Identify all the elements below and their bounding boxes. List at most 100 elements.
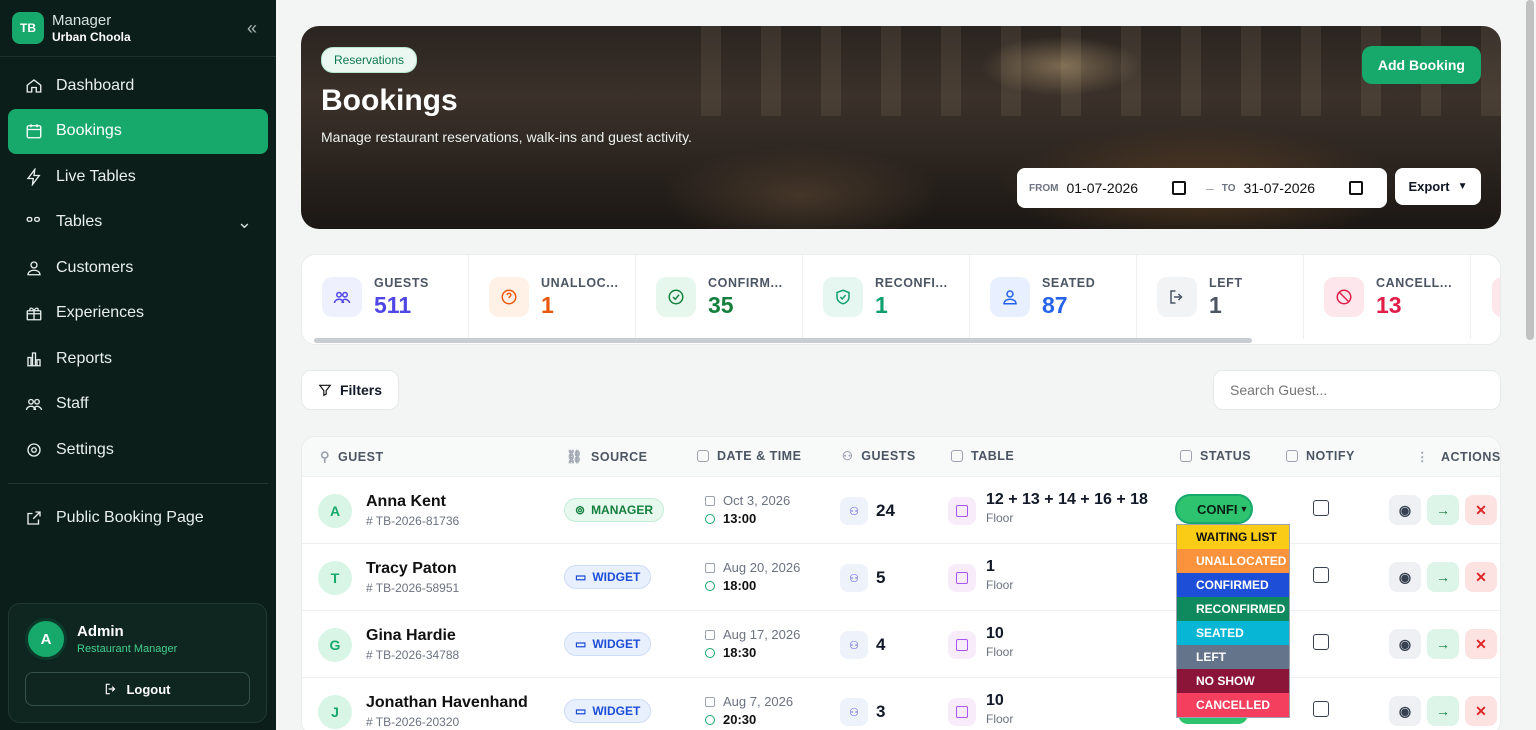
sidebar-item-reports[interactable]: Reports: [8, 336, 268, 382]
view-button[interactable]: ◉: [1389, 495, 1421, 525]
view-button[interactable]: ◉: [1389, 629, 1421, 659]
guest-name[interactable]: Jonathan Havenhand: [366, 694, 528, 712]
question-icon: [489, 277, 529, 317]
guest-avatar: J: [318, 695, 352, 729]
users-icon: [24, 394, 44, 414]
stat-guests[interactable]: GUESTS 511: [302, 255, 469, 339]
clock-icon: [705, 648, 715, 658]
column-guests[interactable]: ⚇ GUESTS: [842, 449, 916, 463]
status-option-no-show[interactable]: NO SHOW: [1177, 669, 1289, 693]
stat-left[interactable]: LEFT 1: [1137, 255, 1304, 339]
table-assignment[interactable]: 10 Floor: [948, 692, 1013, 726]
export-button[interactable]: Export ▼: [1395, 168, 1481, 205]
column-guest[interactable]: ⚲ GUEST: [320, 449, 384, 465]
search-input[interactable]: [1213, 370, 1501, 410]
page-title: Bookings: [321, 84, 458, 117]
delete-button[interactable]: ✕: [1465, 696, 1497, 726]
table-assignment[interactable]: 12 + 13 + 14 + 16 + 18 Floor: [948, 491, 1148, 525]
horizontal-scrollbar[interactable]: [314, 338, 1252, 343]
sidebar-item-dashboard[interactable]: Dashboard: [8, 63, 268, 109]
notify-checkbox[interactable]: [1313, 701, 1329, 717]
page-scrollbar[interactable]: [1526, 0, 1534, 340]
from-date-input[interactable]: 01-07-2026: [1066, 180, 1164, 196]
open-button[interactable]: →: [1427, 495, 1459, 525]
stat-unallocated[interactable]: UNALLOC... 1: [469, 255, 636, 339]
stat-value: 1: [1209, 291, 1222, 318]
stat-label: SEATED: [1042, 275, 1096, 290]
notify-checkbox[interactable]: [1313, 634, 1329, 650]
column-notify[interactable]: NOTIFY: [1286, 449, 1355, 463]
notify-checkbox[interactable]: [1313, 500, 1329, 516]
filters-button[interactable]: Filters: [301, 370, 399, 410]
status-select[interactable]: CONFI ▼: [1175, 494, 1253, 524]
users-icon: [322, 277, 362, 317]
sidebar-item-customers[interactable]: Customers: [8, 245, 268, 291]
view-button[interactable]: ◉: [1389, 562, 1421, 592]
sidebar-item-staff[interactable]: Staff: [8, 382, 268, 428]
open-button[interactable]: →: [1427, 562, 1459, 592]
column-actions[interactable]: ⋮ ACTIONS: [1416, 449, 1500, 465]
delete-button[interactable]: ✕: [1465, 629, 1497, 659]
booking-ref: # TB-2026-34788: [366, 648, 460, 662]
open-button[interactable]: →: [1427, 629, 1459, 659]
guest-name[interactable]: Gina Hardie: [366, 627, 456, 645]
logout-button[interactable]: Logout: [25, 672, 250, 706]
table-assignment[interactable]: 1 Floor: [948, 558, 1013, 592]
guest-name[interactable]: Tracy Paton: [366, 560, 457, 578]
stat-confirmed[interactable]: CONFIRM... 35: [636, 255, 803, 339]
stat-value: 1: [875, 291, 888, 318]
stat-value: 87: [1042, 291, 1068, 318]
sidebar-item-public-booking-page[interactable]: Public Booking Page: [8, 496, 268, 542]
status-option-reconfirmed[interactable]: RECONFIRMED: [1177, 597, 1289, 621]
add-booking-button[interactable]: Add Booking: [1361, 46, 1481, 84]
stat-reconfirmed[interactable]: RECONFI... 1: [803, 255, 970, 339]
table-row[interactable]: G Gina Hardie # TB-2026-34788 ▭ WIDGET Au…: [302, 611, 1500, 678]
sidebar-item-settings[interactable]: Settings: [8, 427, 268, 473]
stat-value: 35: [708, 291, 734, 318]
open-button[interactable]: →: [1427, 696, 1459, 726]
profile-card: A Admin Restaurant Manager Logout: [8, 603, 267, 723]
chevron-down-icon[interactable]: ⌄: [237, 212, 252, 233]
status-option-waiting-list[interactable]: WAITING LIST: [1177, 525, 1289, 549]
sidebar-item-live-tables[interactable]: Live Tables: [8, 154, 268, 200]
column-source[interactable]: ⛓ SOURCE: [566, 449, 648, 465]
chevron-down-icon: ▼: [1239, 504, 1249, 514]
guest-count-value: 4: [876, 635, 886, 654]
sidebar-item-experiences[interactable]: Experiences: [8, 291, 268, 337]
sidebar-item-label: Customers: [56, 258, 134, 276]
table-row[interactable]: T Tracy Paton # TB-2026-58951 ▭ WIDGET Au…: [302, 544, 1500, 611]
collapse-sidebar-icon[interactable]: «: [240, 18, 264, 39]
column-table[interactable]: TABLE: [951, 449, 1014, 463]
delete-button[interactable]: ✕: [1465, 562, 1497, 592]
column-status[interactable]: STATUS: [1180, 449, 1251, 463]
source-label: WIDGET: [592, 704, 641, 718]
notify-checkbox[interactable]: [1313, 567, 1329, 583]
table-row[interactable]: J Jonathan Havenhand # TB-2026-20320 ▭ WI…: [302, 678, 1500, 730]
table-assignment[interactable]: 10 Floor: [948, 625, 1013, 659]
status-option-seated[interactable]: SEATED: [1177, 621, 1289, 645]
table-row[interactable]: A Anna Kent # TB-2026-81736 ⊚ MANAGER Oct…: [302, 477, 1500, 544]
logout-label: Logout: [126, 681, 171, 697]
guest-count-value: 5: [876, 568, 886, 587]
status-option-left[interactable]: LEFT: [1177, 645, 1289, 669]
status-option-unallocated[interactable]: UNALLOCATED: [1177, 549, 1289, 573]
status-option-confirmed[interactable]: CONFIRMED: [1177, 573, 1289, 597]
guest-count: ⚇ 5: [840, 564, 885, 592]
sidebar-item-tables[interactable]: Tables ⌄: [8, 200, 268, 246]
calendar-icon[interactable]: [1172, 181, 1186, 195]
stat-cancelled[interactable]: CANCELL... 13: [1304, 255, 1471, 339]
column-date-time[interactable]: DATE & TIME: [697, 449, 801, 463]
to-date-input[interactable]: 31-07-2026: [1243, 180, 1341, 196]
calendar-icon[interactable]: [1349, 181, 1363, 195]
stat-label: UNALLOC...: [541, 275, 619, 290]
delete-button[interactable]: ✕: [1465, 495, 1497, 525]
status-select-value: CONFI: [1197, 501, 1238, 517]
source-label: WIDGET: [592, 637, 641, 651]
sidebar-item-bookings[interactable]: Bookings: [8, 108, 268, 154]
booking-time: 13:00: [723, 511, 757, 526]
guest-name[interactable]: Anna Kent: [366, 493, 446, 511]
view-button[interactable]: ◉: [1389, 696, 1421, 726]
source-label: MANAGER: [591, 503, 654, 517]
stat-seated[interactable]: SEATED 87: [970, 255, 1137, 339]
status-option-cancelled[interactable]: CANCELLED: [1177, 693, 1289, 717]
